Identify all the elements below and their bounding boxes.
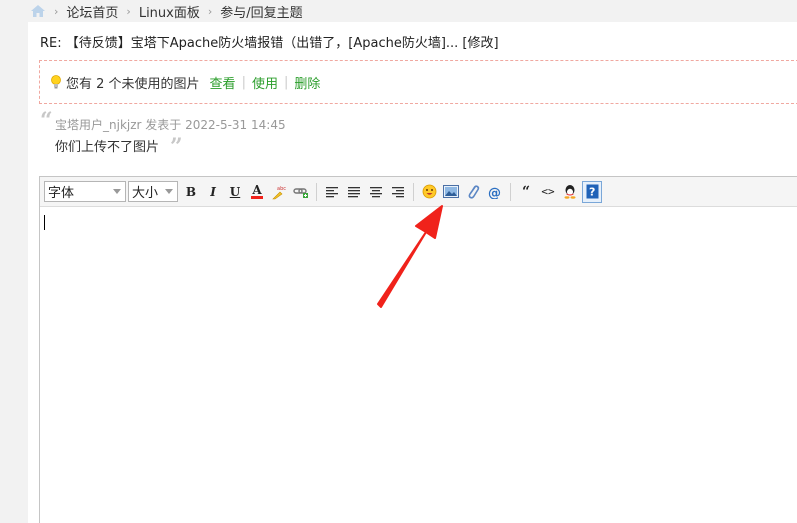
quote-close-mark: ” [170, 134, 183, 160]
quote-button[interactable]: “ [516, 181, 536, 203]
breadcrumb-linux-panel[interactable]: Linux面板 [139, 2, 200, 21]
notice-text: 您有 2 个未使用的图片 [66, 76, 200, 92]
qq-penguin-icon [564, 185, 576, 199]
qq-button[interactable] [560, 181, 580, 203]
italic-button[interactable]: I [203, 181, 223, 203]
chevron-down-icon [165, 189, 173, 194]
emoji-button[interactable] [419, 181, 439, 203]
notice-separator: | [241, 74, 246, 90]
breadcrumb-reply-topic: 参与/回复主题 [220, 5, 303, 21]
toolbar-divider [316, 182, 317, 201]
insert-image-button[interactable] [441, 181, 461, 203]
link-icon [293, 187, 308, 198]
underline-icon: U [229, 184, 241, 199]
attachment-button[interactable] [463, 181, 483, 203]
breadcrumb-forum-home[interactable]: 论坛首页 [66, 2, 118, 21]
underline-button[interactable]: U [225, 181, 245, 203]
highlight-pen-icon: abc [272, 186, 286, 199]
reply-panel: RE: 【待反馈】宝塔下Apache防火墙报错（出错了，[Apache防火墙].… [28, 22, 797, 523]
code-button[interactable]: <> [538, 181, 558, 203]
help-icon: ? [586, 184, 598, 199]
paperclip-icon [468, 184, 480, 199]
bold-icon: B [185, 184, 197, 199]
code-icon: <> [541, 185, 555, 198]
insert-link-button[interactable] [291, 181, 311, 203]
align-left-icon [326, 186, 338, 197]
font-size-select-label: 大小 [132, 186, 159, 201]
smiley-icon [422, 184, 436, 199]
align-center-icon [370, 186, 382, 197]
svg-text:abc: abc [277, 186, 286, 192]
post-title: RE: 【待反馈】宝塔下Apache防火墙报错（出错了，[Apache防火墙].… [40, 36, 499, 51]
bold-button[interactable]: B [181, 181, 201, 203]
align-right-button[interactable] [388, 181, 408, 203]
editor-content-area[interactable] [40, 208, 797, 523]
align-center-button[interactable] [366, 181, 386, 203]
home-icon[interactable] [30, 4, 46, 18]
text-color-button[interactable]: A [247, 181, 267, 203]
lightbulb-icon [50, 75, 62, 89]
font-family-select-label: 字体 [48, 186, 75, 201]
svg-text:@: @ [488, 186, 501, 199]
align-right-icon [392, 186, 404, 197]
mention-button[interactable]: @ [485, 181, 505, 203]
at-sign-icon: @ [488, 186, 501, 199]
breadcrumb-separator: › [126, 4, 131, 18]
breadcrumb-separator: › [54, 4, 59, 18]
unused-images-notice: 您有 2 个未使用的图片 查看 | 使用 | 删除 [39, 60, 797, 104]
view-images-link[interactable]: 查看 [210, 73, 236, 92]
notice-separator: | [283, 74, 289, 90]
font-family-select[interactable]: 字体 [44, 181, 126, 202]
quote-icon: “ [521, 183, 531, 200]
help-button[interactable]: ? [582, 180, 602, 203]
text-cursor [44, 215, 45, 230]
font-size-select[interactable]: 大小 [128, 181, 178, 202]
use-images-link[interactable]: 使用 [252, 73, 278, 92]
toolbar-divider [413, 182, 414, 201]
toolbar-divider [510, 182, 511, 201]
reply-editor: 字体 大小 B I U A abc @ “ <> ? [39, 176, 797, 523]
breadcrumb: › 论坛首页 › Linux面板 › 参与/回复主题 [0, 0, 797, 22]
highlight-button[interactable]: abc [269, 181, 289, 203]
quote-body: 你们上传不了图片 [55, 140, 160, 155]
quote-meta: 宝塔用户_njkjzr 发表于 2022-5-31 14:45 [55, 118, 286, 132]
quote-open-mark: “ [40, 108, 53, 134]
align-justify-icon [348, 186, 360, 197]
align-left-button[interactable] [322, 181, 342, 203]
color-swatch [251, 196, 263, 199]
delete-images-link[interactable]: 删除 [294, 73, 320, 92]
text-color-letter: A [252, 183, 262, 197]
align-justify-button[interactable] [344, 181, 364, 203]
breadcrumb-separator: › [207, 4, 213, 18]
italic-icon: I [210, 184, 216, 199]
image-icon [443, 185, 459, 198]
text-color-icon: A [251, 184, 263, 199]
chevron-down-icon [113, 189, 121, 194]
editor-toolbar: 字体 大小 B I U A abc @ “ <> ? [40, 177, 797, 207]
svg-text:?: ? [589, 186, 595, 199]
